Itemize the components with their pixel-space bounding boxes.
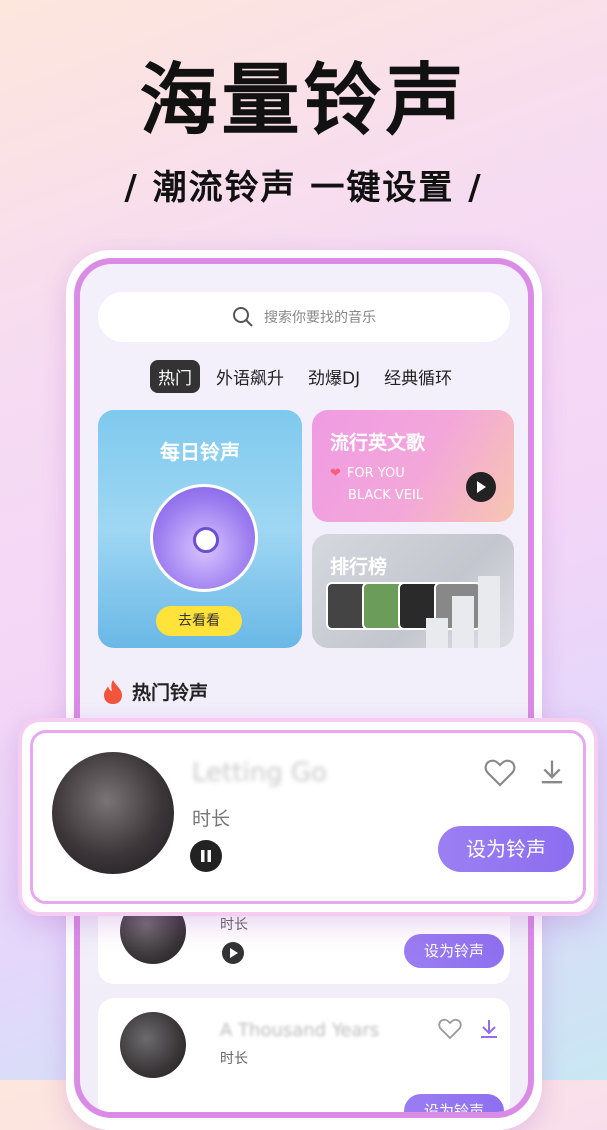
section-hot-ringtones: 热门铃声 bbox=[102, 678, 208, 705]
rank-bar bbox=[478, 576, 500, 648]
tab-bar: 热门 外语飙升 劲爆DJ 经典循环 bbox=[150, 360, 460, 393]
phone-screen: 搜索你要找的音乐 热门 外语飙升 劲爆DJ 经典循环 每日铃声 去看看 流行英文… bbox=[74, 258, 534, 1118]
search-icon bbox=[233, 307, 253, 327]
heart-icon: ❤ bbox=[330, 466, 341, 481]
tab-foreign[interactable]: 外语飙升 bbox=[208, 360, 292, 393]
search-placeholder: 搜索你要找的音乐 bbox=[264, 310, 376, 326]
heart-icon[interactable] bbox=[438, 1018, 462, 1040]
song-name: Letting Go bbox=[192, 758, 327, 788]
set-ringtone-button[interactable]: 设为铃声 bbox=[438, 826, 574, 872]
download-icon[interactable] bbox=[538, 758, 566, 786]
pop-card-title: 流行英文歌 bbox=[330, 432, 426, 454]
featured-ringtone-card[interactable]: Letting Go 时长 设为铃声 bbox=[18, 718, 598, 916]
hero-title: 海量铃声 bbox=[139, 56, 468, 146]
search-input[interactable]: 搜索你要找的音乐 bbox=[98, 292, 510, 342]
rank-bar bbox=[426, 618, 448, 648]
pause-icon[interactable] bbox=[190, 840, 222, 872]
avatar bbox=[120, 1012, 186, 1078]
heart-icon[interactable] bbox=[484, 758, 516, 788]
tab-classic[interactable]: 经典循环 bbox=[376, 360, 460, 393]
daily-ringtone-card[interactable]: 每日铃声 去看看 bbox=[98, 410, 302, 648]
pop-english-card[interactable]: 流行英文歌 ❤ FOR YOU BLACK VEIL bbox=[312, 410, 514, 522]
tab-dj[interactable]: 劲爆DJ bbox=[300, 360, 368, 393]
daily-card-title: 每日铃声 bbox=[160, 440, 240, 464]
song-name: A Thousand Years bbox=[220, 1020, 380, 1041]
ranking-card[interactable]: 排行榜 bbox=[312, 534, 514, 648]
pop-song-2: BLACK VEIL bbox=[348, 488, 424, 503]
rank-bars bbox=[426, 576, 500, 648]
play-icon[interactable] bbox=[466, 472, 496, 502]
duration-label: 时长 bbox=[220, 1051, 248, 1067]
set-ringtone-button[interactable]: 设为铃声 bbox=[404, 1094, 504, 1112]
duration-label: 时长 bbox=[192, 808, 231, 830]
pop-song-1: ❤ FOR YOU bbox=[330, 466, 405, 481]
rank-bar bbox=[452, 596, 474, 648]
avatar bbox=[52, 752, 174, 874]
set-ringtone-button[interactable]: 设为铃声 bbox=[404, 934, 504, 968]
music-disc-icon bbox=[150, 484, 258, 592]
fire-icon bbox=[104, 679, 122, 704]
play-icon[interactable] bbox=[222, 942, 244, 964]
list-item[interactable]: A Thousand Years 时长 设为铃声 bbox=[98, 998, 510, 1112]
download-icon[interactable] bbox=[478, 1018, 500, 1040]
rank-card-title: 排行榜 bbox=[330, 556, 388, 578]
go-see-button[interactable]: 去看看 bbox=[156, 606, 242, 636]
tab-hot[interactable]: 热门 bbox=[150, 360, 200, 393]
hero-subtitle: / 潮流铃声 一键设置 / bbox=[124, 168, 483, 208]
duration-label: 时长 bbox=[220, 917, 248, 933]
